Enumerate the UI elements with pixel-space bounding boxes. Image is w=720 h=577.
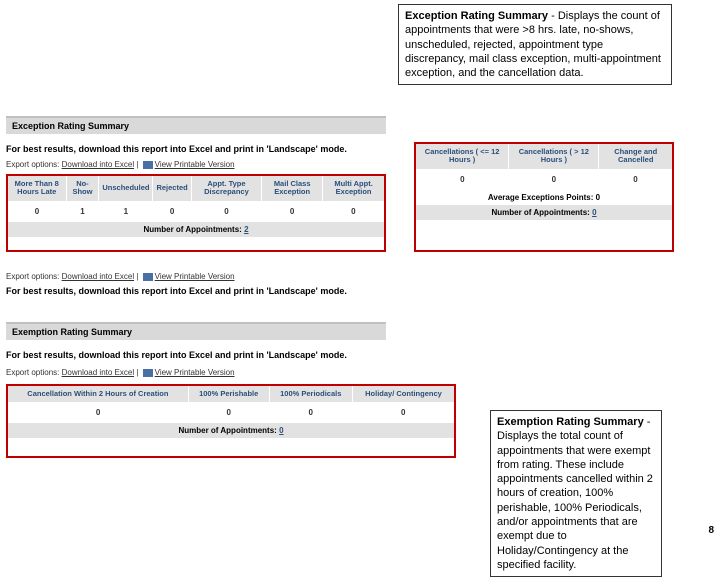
download-excel-link[interactable]: Download into Excel bbox=[62, 272, 134, 281]
col-header: Mail Class Exception bbox=[262, 176, 323, 201]
print-icon bbox=[143, 161, 153, 169]
exemption-table-panel: Cancellation Within 2 Hours of Creation … bbox=[6, 384, 456, 458]
footer-value: 0 bbox=[592, 208, 596, 217]
col-header: Cancellation Within 2 Hours of Creation bbox=[8, 386, 188, 402]
callout-exception: Exception Rating Summary - Displays the … bbox=[398, 4, 672, 85]
col-header: Cancellations ( <= 12 Hours ) bbox=[416, 144, 509, 169]
page-number: 8 bbox=[708, 525, 714, 536]
cell: 0 bbox=[269, 402, 352, 423]
cancellations-table-panel: Cancellations ( <= 12 Hours ) Cancellati… bbox=[414, 142, 674, 252]
export-row-2: Export options: Download into Excel | Vi… bbox=[6, 272, 235, 281]
instruction-text-2: For best results, download this report i… bbox=[6, 286, 347, 296]
instruction-text-1: For best results, download this report i… bbox=[6, 144, 347, 154]
table-row: 0 0 0 bbox=[416, 169, 672, 190]
cell: 0 bbox=[509, 169, 599, 190]
col-header: 100% Perishable bbox=[188, 386, 269, 402]
col-header: No-Show bbox=[66, 176, 99, 201]
table-row: 0 1 1 0 0 0 0 bbox=[8, 201, 384, 222]
exemption-table: Cancellation Within 2 Hours of Creation … bbox=[8, 386, 454, 423]
section-header-exception: Exception Rating Summary bbox=[6, 116, 386, 134]
print-icon bbox=[143, 273, 153, 281]
col-header: Unscheduled bbox=[99, 176, 153, 201]
footer-value: 0 bbox=[279, 426, 283, 435]
footer-value: 2 bbox=[244, 225, 248, 234]
col-header: Multi Appt. Exception bbox=[323, 176, 384, 201]
section-header-exemption: Exemption Rating Summary bbox=[6, 322, 386, 340]
callout-exemption: Exemption Rating Summary - Displays the … bbox=[490, 410, 662, 577]
cell: 0 bbox=[352, 402, 454, 423]
download-excel-link[interactable]: Download into Excel bbox=[62, 160, 134, 169]
footer-count: Number of Appointments: 0 bbox=[416, 205, 672, 220]
cancellations-table: Cancellations ( <= 12 Hours ) Cancellati… bbox=[416, 144, 672, 190]
col-header: 100% Periodicals bbox=[269, 386, 352, 402]
footer-label: Number of Appointments: bbox=[491, 208, 589, 217]
view-printable-link[interactable]: View Printable Version bbox=[155, 160, 235, 169]
cell: 0 bbox=[153, 201, 191, 222]
view-printable-link[interactable]: View Printable Version bbox=[155, 368, 235, 377]
col-header: Change and Cancelled bbox=[599, 144, 672, 169]
table-row: 0 0 0 0 bbox=[8, 402, 454, 423]
export-label: Export options: bbox=[6, 368, 59, 377]
cell: 1 bbox=[99, 201, 153, 222]
view-printable-link[interactable]: View Printable Version bbox=[155, 272, 235, 281]
export-row-1: Export options: Download into Excel | Vi… bbox=[6, 160, 235, 169]
export-label: Export options: bbox=[6, 160, 59, 169]
footer-label: Number of Appointments: bbox=[143, 225, 241, 234]
export-row-3: Export options: Download into Excel | Vi… bbox=[6, 368, 235, 377]
col-header: More Than 8 Hours Late bbox=[8, 176, 66, 201]
col-header: Rejected bbox=[153, 176, 191, 201]
export-label: Export options: bbox=[6, 272, 59, 281]
cell: 0 bbox=[191, 201, 261, 222]
callout-exemption-title: Exemption Rating Summary bbox=[497, 416, 644, 428]
exception-table: More Than 8 Hours Late No-Show Unschedul… bbox=[8, 176, 384, 222]
cell: 0 bbox=[8, 402, 188, 423]
col-header: Appt. Type Discrepancy bbox=[191, 176, 261, 201]
callout-exception-title: Exception Rating Summary bbox=[405, 10, 548, 22]
cell: 1 bbox=[66, 201, 99, 222]
avg-exceptions-points: Average Exceptions Points: 0 bbox=[416, 190, 672, 205]
cell: 0 bbox=[188, 402, 269, 423]
cell: 0 bbox=[599, 169, 672, 190]
cell: 0 bbox=[416, 169, 509, 190]
cell: 0 bbox=[262, 201, 323, 222]
print-icon bbox=[143, 369, 153, 377]
footer-label: Number of Appointments: bbox=[178, 426, 276, 435]
download-excel-link[interactable]: Download into Excel bbox=[62, 368, 134, 377]
cell: 0 bbox=[323, 201, 384, 222]
col-header: Cancellations ( > 12 Hours ) bbox=[509, 144, 599, 169]
callout-exemption-body: - Displays the total count of appointmen… bbox=[497, 416, 653, 571]
cell: 0 bbox=[8, 201, 66, 222]
instruction-text-3: For best results, download this report i… bbox=[6, 350, 347, 360]
footer-count: Number of Appointments: 0 bbox=[8, 423, 454, 438]
footer-count: Number of Appointments: 2 bbox=[8, 222, 384, 237]
exception-table-panel: More Than 8 Hours Late No-Show Unschedul… bbox=[6, 174, 386, 252]
col-header: Holiday/ Contingency bbox=[352, 386, 454, 402]
